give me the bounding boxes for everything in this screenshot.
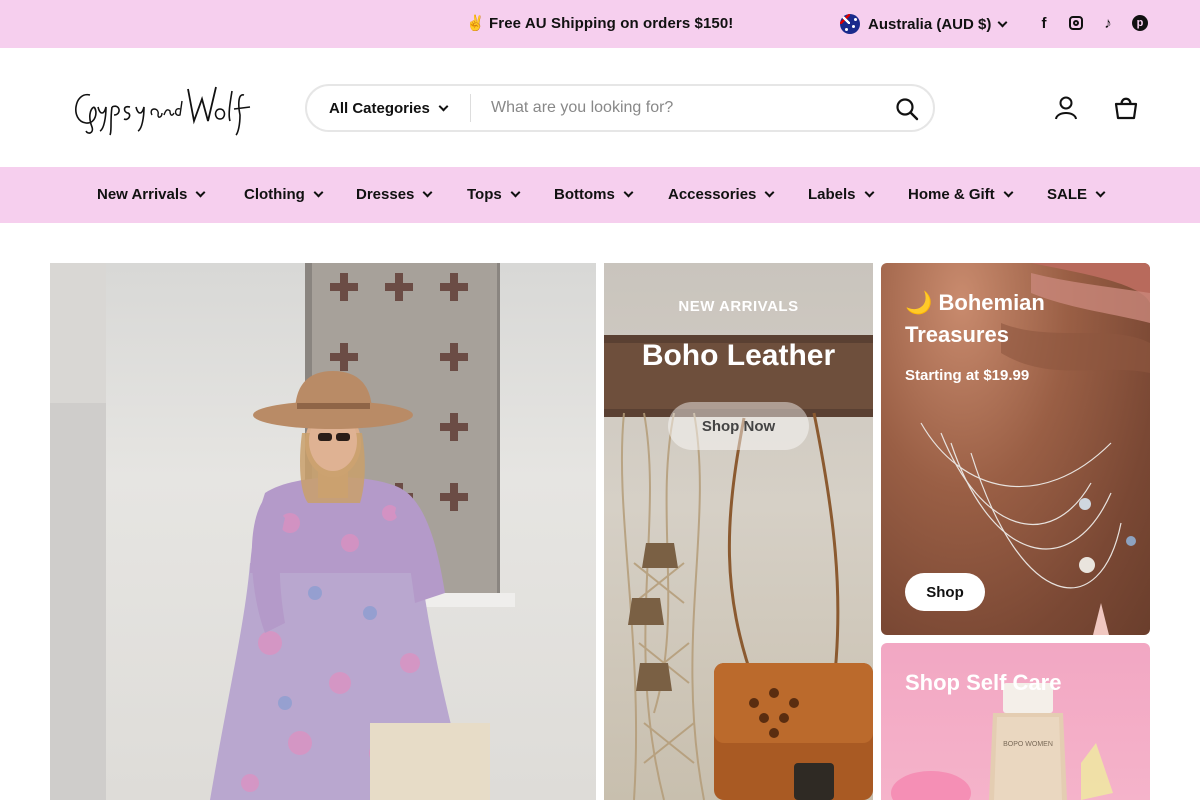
- nav-label: Dresses: [356, 186, 415, 203]
- chevron-down-icon: [623, 187, 634, 198]
- account-icon[interactable]: [1053, 95, 1079, 121]
- site-logo[interactable]: [68, 81, 264, 137]
- nav-label: Clothing: [244, 186, 305, 203]
- instagram-glyph: [1069, 16, 1083, 30]
- pinterest-glyph: p: [1132, 15, 1148, 31]
- nav-item-dresses[interactable]: Dresses: [356, 186, 433, 203]
- chevron-down-icon: [510, 187, 521, 198]
- self-care-promo[interactable]: Shop Self Care BOPO WOMEN: [881, 643, 1150, 800]
- instagram-icon[interactable]: [1067, 14, 1085, 32]
- leather-shop-now-button[interactable]: Shop Now: [668, 402, 809, 450]
- bohemian-title-line2: Treasures: [905, 322, 1009, 347]
- tiktok-glyph: ♪: [1104, 14, 1112, 32]
- region-selector[interactable]: Australia (AUD $): [840, 13, 1008, 35]
- hero-image: [50, 263, 515, 800]
- nav-item-tops[interactable]: Tops: [467, 186, 521, 203]
- nav-item-home-gift[interactable]: Home & Gift: [908, 186, 1014, 203]
- nav-item-new-arrivals[interactable]: New Arrivals: [97, 186, 206, 203]
- nav-item-labels[interactable]: Labels: [808, 186, 874, 203]
- chevron-down-icon: [438, 101, 449, 111]
- facebook-icon[interactable]: f: [1035, 14, 1053, 32]
- announcement-text: ✌️ Free AU Shipping on orders $150!: [466, 15, 734, 32]
- cart-icon[interactable]: [1113, 95, 1139, 121]
- facebook-glyph: f: [1041, 14, 1047, 32]
- nav-label: Accessories: [668, 186, 757, 203]
- nav-label: Labels: [808, 186, 856, 203]
- nav-label: Home & Gift: [908, 186, 995, 203]
- leather-title: Boho Leather: [641, 339, 836, 372]
- nav-item-accessories[interactable]: Accessories: [668, 186, 775, 203]
- category-dropdown[interactable]: All Categories: [307, 94, 471, 122]
- bohemian-shop-button[interactable]: Shop: [905, 573, 985, 611]
- category-label: All Categories: [329, 99, 430, 117]
- australia-flag-icon: [840, 14, 860, 34]
- chevron-down-icon: [1095, 187, 1106, 198]
- site-header: All Categories: [0, 48, 1200, 167]
- announcement-bar: ✌️ Free AU Shipping on orders $150! Aust…: [0, 0, 1200, 48]
- nav-label: Tops: [467, 186, 502, 203]
- nav-label: SALE: [1047, 186, 1088, 203]
- nav-item-clothing[interactable]: Clothing: [244, 186, 324, 203]
- hero-banner[interactable]: [50, 263, 596, 800]
- self-care-product-label: BOPO WOMEN: [1003, 741, 1053, 748]
- self-care-title: Shop Self Care: [905, 670, 1062, 695]
- search-input[interactable]: [491, 99, 881, 117]
- leather-eyebrow: NEW ARRIVALS: [678, 298, 799, 315]
- nav-item-bottoms[interactable]: Bottoms: [554, 186, 634, 203]
- search-icon[interactable]: [895, 97, 919, 121]
- chevron-down-icon: [764, 187, 775, 198]
- chevron-down-icon: [864, 187, 874, 198]
- main-nav: New Arrivals Clothing Dresses Tops Botto…: [0, 167, 1200, 223]
- chevron-down-icon: [313, 187, 324, 198]
- chevron-down-icon: [1003, 187, 1014, 198]
- nav-label: Bottoms: [554, 186, 615, 203]
- tiktok-icon[interactable]: ♪: [1099, 14, 1117, 32]
- nav-label: New Arrivals: [97, 186, 188, 203]
- bohemian-title-line1: 🌙 Bohemian: [905, 290, 1045, 315]
- chevron-down-icon: [997, 17, 1008, 27]
- bohemian-subtitle: Starting at $19.99: [905, 367, 1030, 384]
- nav-item-sale[interactable]: SALE: [1047, 186, 1106, 203]
- chevron-down-icon: [422, 187, 433, 198]
- pinterest-icon[interactable]: p: [1131, 14, 1149, 32]
- bohemian-treasures-promo[interactable]: 🌙 Bohemian Treasures Starting at $19.99 …: [881, 263, 1150, 635]
- region-label: Australia (AUD $): [868, 15, 992, 33]
- boho-leather-promo[interactable]: NEW ARRIVALS Boho Leather Shop Now: [604, 263, 873, 800]
- chevron-down-icon: [195, 187, 206, 198]
- search-bar: All Categories: [305, 84, 935, 132]
